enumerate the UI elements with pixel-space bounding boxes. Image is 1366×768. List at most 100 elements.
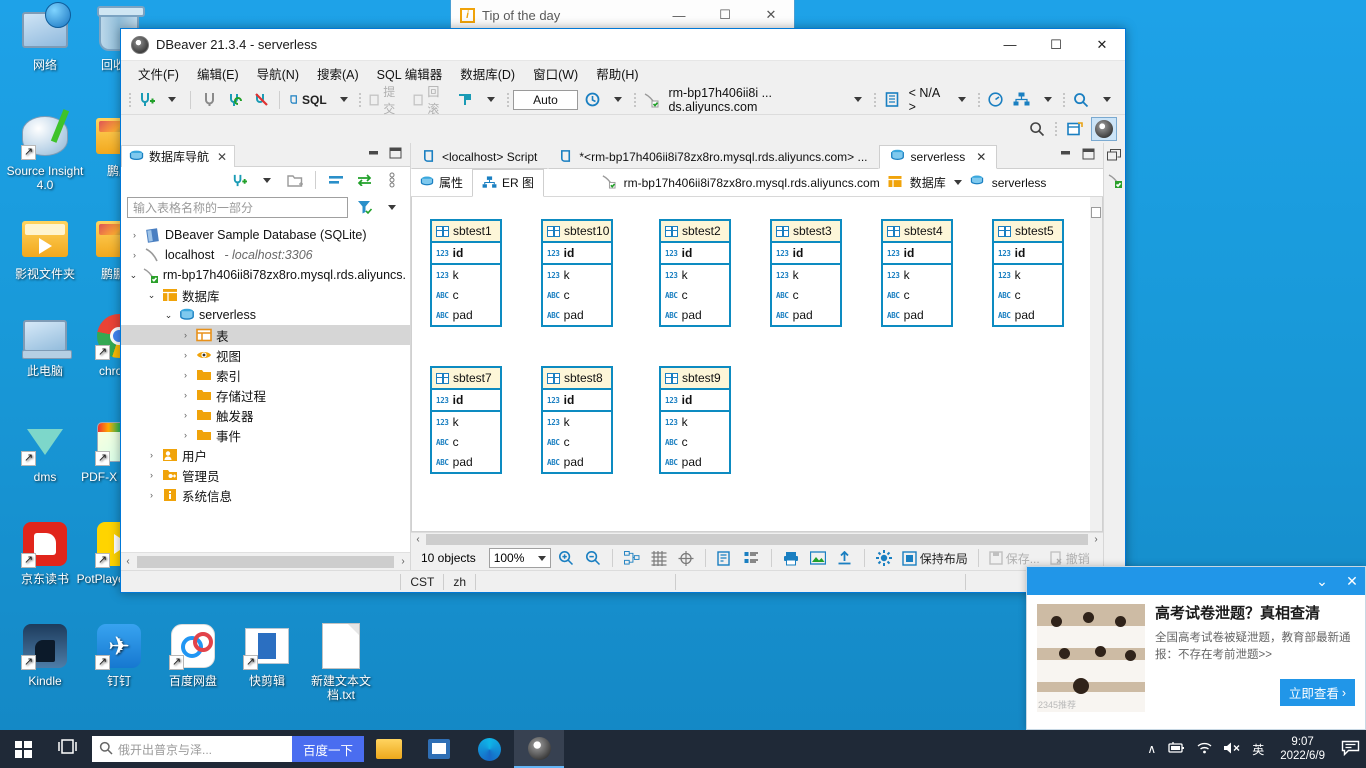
link-with-editor-icon[interactable] bbox=[352, 168, 376, 192]
keep-layout-button[interactable]: 保持布局 bbox=[899, 546, 971, 570]
navigator-tree[interactable]: › DBeaver Sample Database (SQLite) › localh… bbox=[121, 223, 410, 552]
scroll-left-arrow-icon[interactable]: ‹ bbox=[411, 534, 425, 545]
toolbar-drag-handle[interactable] bbox=[976, 91, 981, 109]
search-icon[interactable] bbox=[1069, 88, 1093, 112]
editor-tab-0[interactable]: <localhost> Script bbox=[411, 145, 549, 169]
dashboard-button[interactable] bbox=[984, 88, 1008, 112]
ad-close-button[interactable]: ✕ bbox=[1339, 568, 1365, 594]
menu-window[interactable]: 窗口(W) bbox=[524, 61, 587, 86]
collapse-all-icon[interactable] bbox=[324, 168, 348, 192]
expand-arrow-icon[interactable]: › bbox=[179, 430, 192, 440]
scroll-right-arrow-icon[interactable]: › bbox=[1089, 534, 1103, 545]
settings-gear-icon[interactable] bbox=[872, 546, 896, 570]
auto-commit-selector[interactable]: Auto bbox=[512, 89, 579, 110]
collapse-arrow-icon[interactable] bbox=[1091, 207, 1101, 218]
scrollbar-thumb[interactable] bbox=[137, 555, 394, 568]
tree-item-13[interactable]: › 系统信息 bbox=[121, 485, 410, 505]
connection-status-icon[interactable] bbox=[1107, 173, 1123, 192]
transaction-mode-dropdown[interactable] bbox=[479, 88, 503, 112]
ad-popup[interactable]: ⌄ ✕ 高考试卷泄题？真相查清 全国高考试卷被疑泄题，教育部最新通报：不存在考前… bbox=[1026, 566, 1366, 730]
zoom-out-button[interactable] bbox=[581, 546, 605, 570]
scrollbar-thumb[interactable] bbox=[426, 534, 1088, 545]
er-diagram-dropdown[interactable] bbox=[1036, 88, 1060, 112]
show-hidden-icons-button[interactable]: ∧ bbox=[1147, 742, 1156, 756]
print-button[interactable] bbox=[779, 546, 803, 570]
editor-tab-1[interactable]: *<rm-bp17h406ii8i78zx8ro.mysql.rds.aliyu… bbox=[548, 145, 879, 169]
tree-item-1[interactable]: › localhost - localhost:3306 bbox=[121, 245, 410, 265]
toolbar-drag-handle[interactable] bbox=[1062, 91, 1067, 109]
er-diagram-button[interactable] bbox=[1010, 88, 1034, 112]
breadcrumb-host[interactable]: rm-bp17h406ii8i78zx8ro.mysql.rds.aliyunc… bbox=[624, 176, 880, 190]
er-table-sbtest9[interactable]: sbtest9 123 id 123 k ABC c ABC pad bbox=[659, 366, 731, 474]
tab-database-navigator[interactable]: 数据库导航 ✕ bbox=[121, 145, 236, 167]
expand-arrow-open-icon[interactable]: ⌄ bbox=[162, 310, 175, 321]
menu-search[interactable]: 搜索(A) bbox=[308, 61, 368, 86]
ime-indicator[interactable]: 英 bbox=[1252, 741, 1264, 758]
expand-arrow-open-icon[interactable]: ⌄ bbox=[145, 290, 158, 301]
disconnect-button[interactable] bbox=[197, 88, 221, 112]
task-view-button[interactable] bbox=[46, 730, 88, 768]
taskbar-clock[interactable]: 9:07 2022/6/9 bbox=[1274, 735, 1331, 763]
toolbar-drag-handle[interactable] bbox=[358, 91, 363, 109]
tree-item-4[interactable]: ⌄ serverless bbox=[121, 305, 410, 325]
toolbar-drag-handle[interactable] bbox=[1053, 120, 1059, 138]
toggle-grid-button[interactable] bbox=[647, 546, 671, 570]
expand-arrow-icon[interactable]: › bbox=[145, 470, 158, 480]
show-notes-button[interactable] bbox=[713, 546, 737, 570]
ad-thumbnail[interactable] bbox=[1037, 604, 1145, 712]
active-connection-selector[interactable]: rm-bp17h406ii8i ... ds.aliyuncs.com bbox=[665, 86, 844, 114]
tree-item-10[interactable]: › 事件 bbox=[121, 425, 410, 445]
tree-item-3[interactable]: ⌄ 数据库 bbox=[121, 285, 410, 305]
expand-arrow-icon[interactable]: › bbox=[179, 330, 192, 340]
expand-arrow-open-icon[interactable]: ⌄ bbox=[128, 270, 139, 281]
tree-item-6[interactable]: › 视图 bbox=[121, 345, 410, 365]
tree-item-12[interactable]: › 管理员 bbox=[121, 465, 410, 485]
notification-center-icon[interactable] bbox=[1341, 740, 1360, 759]
menu-navigate[interactable]: 导航(N) bbox=[248, 61, 308, 86]
editor-tab-2[interactable]: serverless ✕ bbox=[878, 145, 998, 169]
ad-collapse-button[interactable]: ⌄ bbox=[1309, 568, 1335, 594]
baidu-search-button[interactable]: 百度一下 bbox=[292, 736, 365, 762]
tip-minimize-button[interactable]: — bbox=[656, 0, 702, 30]
menu-database[interactable]: 数据库(D) bbox=[451, 61, 524, 86]
search-dropdown[interactable] bbox=[1095, 88, 1119, 112]
zoom-in-button[interactable] bbox=[554, 546, 578, 570]
tip-of-the-day-window[interactable]: i Tip of the day — ☐ ✕ bbox=[450, 0, 795, 31]
scroll-left-arrow-icon[interactable]: ‹ bbox=[121, 556, 135, 567]
connection-dropdown[interactable] bbox=[846, 88, 870, 112]
expand-arrow-icon[interactable]: › bbox=[179, 370, 192, 380]
filter-settings-icon[interactable] bbox=[352, 195, 376, 219]
window-close-button[interactable]: ✕ bbox=[1079, 29, 1125, 60]
er-table-sbtest5[interactable]: sbtest5 123 id 123 k ABC c ABC pad bbox=[992, 219, 1064, 327]
desktop-icon-text-file[interactable]: 新建文本文档.txt bbox=[298, 622, 384, 702]
tab-properties[interactable]: 属性 bbox=[411, 169, 472, 196]
zoom-level-selector[interactable]: 100% bbox=[488, 548, 551, 568]
new-connection-dropdown[interactable] bbox=[160, 88, 184, 112]
taskbar-dbeaver[interactable] bbox=[514, 730, 565, 768]
open-perspective-button[interactable] bbox=[1063, 117, 1087, 141]
toolbar-drag-handle[interactable] bbox=[127, 91, 132, 109]
transaction-mode-button[interactable] bbox=[453, 88, 477, 112]
auto-layout-button[interactable] bbox=[620, 546, 644, 570]
wifi-icon[interactable] bbox=[1196, 741, 1213, 758]
er-table-sbtest3[interactable]: sbtest3 123 id 123 k ABC c ABC pad bbox=[770, 219, 842, 327]
expand-arrow-icon[interactable]: › bbox=[128, 250, 141, 260]
menu-file[interactable]: 文件(F) bbox=[129, 61, 188, 86]
maximize-editor-button[interactable] bbox=[1082, 148, 1095, 163]
new-sql-editor-button[interactable]: SQL bbox=[286, 88, 330, 112]
expand-arrow-icon[interactable]: › bbox=[179, 350, 192, 360]
close-icon[interactable]: ✕ bbox=[217, 150, 227, 164]
restore-panel-icon[interactable] bbox=[1107, 149, 1122, 165]
canvas-vertical-scrollbar[interactable] bbox=[1090, 197, 1102, 531]
toolbar-drag-handle[interactable] bbox=[872, 91, 877, 109]
scroll-right-arrow-icon[interactable]: › bbox=[396, 556, 410, 567]
database-perspective-button[interactable] bbox=[1091, 117, 1117, 141]
show-columns-button[interactable] bbox=[740, 546, 764, 570]
er-table-sbtest7[interactable]: sbtest7 123 id 123 k ABC c ABC pad bbox=[430, 366, 502, 474]
ad-cta-button[interactable]: 立即查看 › bbox=[1279, 679, 1355, 706]
navigator-horizontal-scrollbar[interactable]: ‹ › bbox=[121, 552, 410, 570]
filter-input[interactable]: 输入表格名称的一部分 bbox=[127, 196, 348, 218]
transaction-log-button[interactable] bbox=[580, 88, 604, 112]
quick-access-search-icon[interactable] bbox=[1025, 117, 1049, 141]
taskbar-file-explorer[interactable] bbox=[364, 730, 414, 768]
